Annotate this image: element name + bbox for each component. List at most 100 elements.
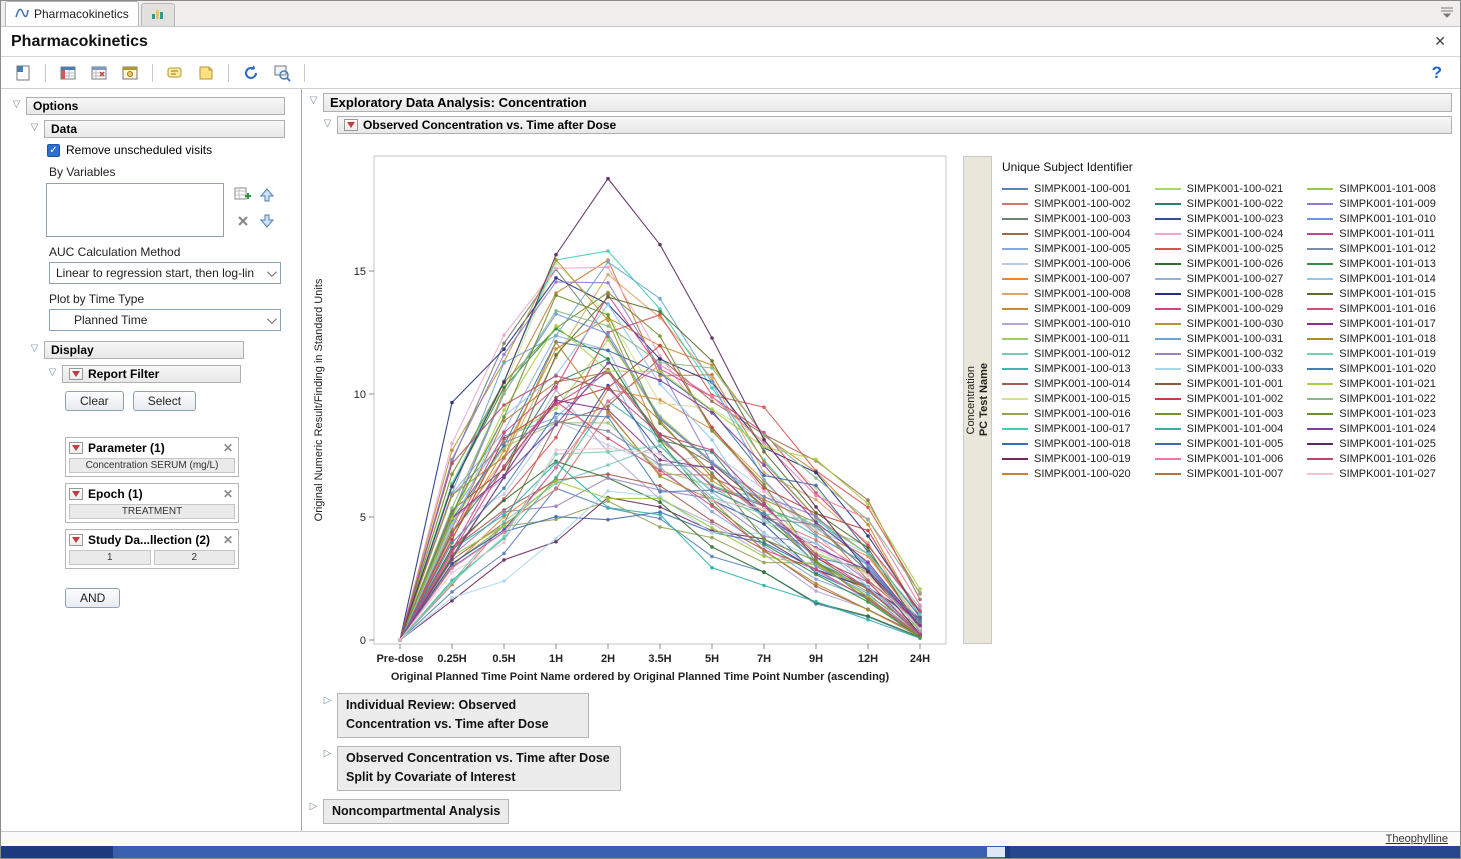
concentration-plot[interactable]: 051015Original Numeric Result/Finding in… [308, 140, 960, 685]
disclosure-open-icon[interactable]: ▽ [322, 116, 333, 132]
legend-item[interactable]: SIMPK001-100-023 [1155, 211, 1284, 226]
legend-item[interactable]: SIMPK001-101-010 [1307, 211, 1436, 226]
legend-item[interactable]: SIMPK001-101-023 [1307, 406, 1436, 421]
legend-item[interactable]: SIMPK001-100-018 [1002, 436, 1131, 451]
legend-item[interactable]: SIMPK001-100-009 [1002, 301, 1131, 316]
legend-item[interactable]: SIMPK001-100-005 [1002, 241, 1131, 256]
legend-item[interactable]: SIMPK001-100-012 [1002, 346, 1131, 361]
new-journal-icon[interactable] [11, 61, 35, 85]
legend-item[interactable]: SIMPK001-100-006 [1002, 256, 1131, 271]
plot-time-select[interactable]: Planned Time [49, 309, 281, 331]
remove-variable-icon[interactable] [232, 209, 254, 233]
legend-item[interactable]: SIMPK001-101-006 [1155, 451, 1284, 466]
legend-item[interactable]: SIMPK001-101-002 [1155, 391, 1284, 406]
legend-item[interactable]: SIMPK001-100-017 [1002, 421, 1131, 436]
legend-item[interactable]: SIMPK001-100-003 [1002, 211, 1131, 226]
legend-item[interactable]: SIMPK001-101-027 [1307, 466, 1436, 481]
disclosure-closed-icon[interactable]: ▷ [322, 746, 333, 762]
legend-item[interactable]: SIMPK001-100-028 [1155, 286, 1284, 301]
legend-item[interactable]: SIMPK001-101-025 [1307, 436, 1436, 451]
legend-item[interactable]: SIMPK001-100-022 [1155, 196, 1284, 211]
theophylline-link[interactable]: Theophylline [1386, 833, 1448, 845]
filter-value[interactable]: 1 [69, 550, 151, 565]
os-taskbar[interactable] [1, 846, 1460, 858]
legend-item[interactable]: SIMPK001-101-020 [1307, 361, 1436, 376]
data-outline[interactable]: Data [44, 120, 285, 138]
disclosure-open-icon[interactable]: ▽ [308, 93, 319, 109]
legend-item[interactable]: SIMPK001-100-013 [1002, 361, 1131, 376]
legend-item[interactable]: SIMPK001-100-011 [1002, 331, 1131, 346]
clear-button[interactable]: Clear [65, 391, 124, 411]
legend-item[interactable]: SIMPK001-100-024 [1155, 226, 1284, 241]
legend-item[interactable]: SIMPK001-101-022 [1307, 391, 1436, 406]
legend-item[interactable]: SIMPK001-100-004 [1002, 226, 1131, 241]
options-outline[interactable]: Options [26, 97, 285, 115]
legend-item[interactable]: SIMPK001-101-003 [1155, 406, 1284, 421]
red-triangle-menu-icon[interactable] [344, 119, 358, 131]
legend-item[interactable]: SIMPK001-100-001 [1002, 181, 1131, 196]
split-covariate-outline[interactable]: Observed Concentration vs. Time after Do… [337, 746, 621, 791]
legend-item[interactable]: SIMPK001-100-029 [1155, 301, 1284, 316]
filter-value[interactable]: TREATMENT [69, 504, 235, 519]
legend-item[interactable]: SIMPK001-100-015 [1002, 391, 1131, 406]
red-triangle-menu-icon[interactable] [69, 368, 83, 380]
legend-item[interactable]: SIMPK001-100-032 [1155, 346, 1284, 361]
individual-review-outline[interactable]: Individual Review: Observed Concentratio… [337, 693, 589, 738]
legend-item[interactable]: SIMPK001-100-026 [1155, 256, 1284, 271]
by-variables-list[interactable] [46, 183, 224, 237]
notes-tag-icon[interactable] [194, 61, 218, 85]
search-window-icon[interactable] [270, 61, 294, 85]
red-triangle-menu-icon[interactable] [69, 442, 83, 454]
legend-item[interactable]: SIMPK001-101-012 [1307, 241, 1436, 256]
and-button[interactable]: AND [65, 588, 120, 608]
legend-item[interactable]: SIMPK001-101-005 [1155, 436, 1284, 451]
window-list-icon[interactable] [1440, 6, 1454, 21]
legend-item[interactable]: SIMPK001-101-001 [1155, 376, 1284, 391]
legend-item[interactable]: SIMPK001-100-002 [1002, 196, 1131, 211]
legend-item[interactable]: SIMPK001-100-010 [1002, 316, 1131, 331]
legend-item[interactable]: SIMPK001-101-018 [1307, 331, 1436, 346]
remove-filter-icon[interactable]: ✕ [221, 441, 235, 455]
legend-item[interactable]: SIMPK001-101-013 [1307, 256, 1436, 271]
move-down-icon[interactable] [256, 209, 278, 233]
remove-visits-checkbox[interactable]: ✓ [47, 144, 60, 157]
disclosure-closed-icon[interactable]: ▷ [322, 693, 333, 709]
legend-item[interactable]: SIMPK001-101-024 [1307, 421, 1436, 436]
legend-item[interactable]: SIMPK001-101-011 [1307, 226, 1436, 241]
tab-chart-window[interactable] [141, 3, 175, 26]
summary-table-icon[interactable] [87, 61, 111, 85]
legend-item[interactable]: SIMPK001-101-008 [1307, 181, 1436, 196]
legend-item[interactable]: SIMPK001-101-019 [1307, 346, 1436, 361]
legend-item[interactable]: SIMPK001-100-020 [1002, 466, 1131, 481]
legend-item[interactable]: SIMPK001-100-030 [1155, 316, 1284, 331]
legend-item[interactable]: SIMPK001-100-021 [1155, 181, 1284, 196]
disclosure-open-icon[interactable]: ▽ [47, 365, 58, 381]
legend-item[interactable]: SIMPK001-101-016 [1307, 301, 1436, 316]
legend-item[interactable]: SIMPK001-101-009 [1307, 196, 1436, 211]
report-filter-outline[interactable]: Report Filter [62, 365, 241, 383]
tab-pharmacokinetics[interactable]: Pharmacokinetics [5, 1, 139, 26]
legend-item[interactable]: SIMPK001-101-026 [1307, 451, 1436, 466]
legend-item[interactable]: SIMPK001-100-033 [1155, 361, 1284, 376]
nca-outline[interactable]: Noncompartmental Analysis [323, 799, 509, 824]
data-table-icon[interactable] [56, 61, 80, 85]
save-session-icon[interactable] [118, 61, 142, 85]
annotation-icon[interactable] [163, 61, 187, 85]
legend-item[interactable]: SIMPK001-100-031 [1155, 331, 1284, 346]
refresh-icon[interactable] [239, 61, 263, 85]
disclosure-closed-icon[interactable]: ▷ [308, 799, 319, 815]
legend-item[interactable]: SIMPK001-100-027 [1155, 271, 1284, 286]
disclosure-open-icon[interactable]: ▽ [29, 120, 40, 136]
legend-item[interactable]: SIMPK001-101-017 [1307, 316, 1436, 331]
remove-filter-icon[interactable]: ✕ [221, 487, 235, 501]
add-columns-icon[interactable] [232, 183, 254, 207]
red-triangle-menu-icon[interactable] [69, 534, 83, 546]
move-up-icon[interactable] [256, 183, 278, 207]
legend-item[interactable]: SIMPK001-100-007 [1002, 271, 1131, 286]
help-icon[interactable]: ? [1432, 63, 1450, 83]
filter-value[interactable]: Concentration SERUM (mg/L) [69, 458, 235, 473]
legend-item[interactable]: SIMPK001-100-016 [1002, 406, 1131, 421]
select-button[interactable]: Select [133, 391, 196, 411]
legend-item[interactable]: SIMPK001-101-015 [1307, 286, 1436, 301]
disclosure-open-icon[interactable]: ▽ [29, 341, 40, 357]
